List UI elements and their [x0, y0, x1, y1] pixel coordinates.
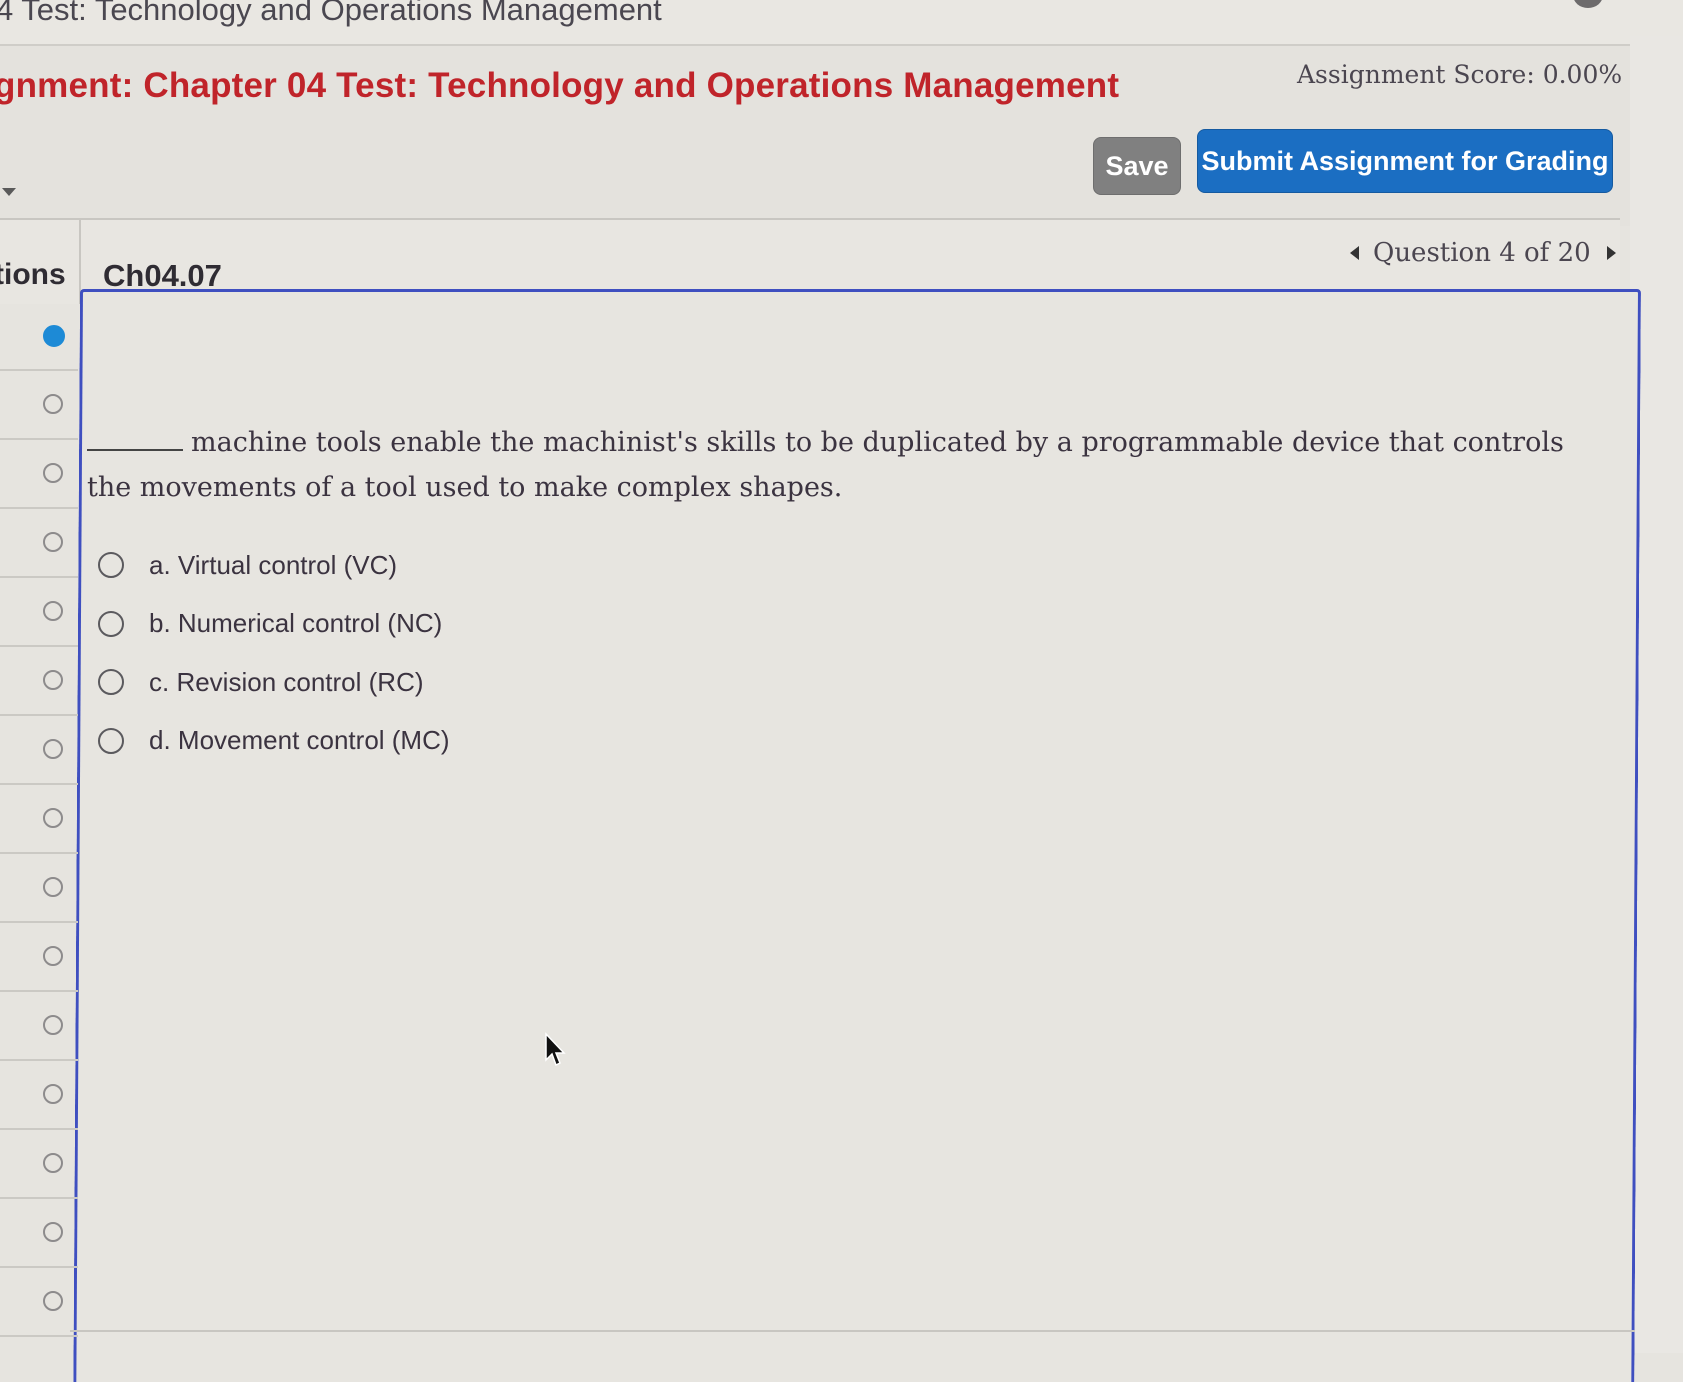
- question-list-item[interactable]: [0, 1061, 78, 1130]
- question-list-item[interactable]: [0, 1268, 78, 1337]
- unanswered-status-icon: [43, 670, 63, 690]
- save-button[interactable]: Save: [1093, 137, 1181, 195]
- question-list: [0, 302, 78, 1337]
- answer-options: a. Virtual control (VC) b. Numerical con…: [98, 536, 450, 770]
- page-title: 4 Test: Technology and Operations Manage…: [0, 0, 662, 27]
- option-label: a. Virtual control (VC): [149, 549, 398, 580]
- unanswered-status-icon: [43, 1153, 63, 1173]
- answer-option-b[interactable]: b. Numerical control (NC): [98, 595, 450, 654]
- radio-button[interactable]: [98, 669, 124, 696]
- question-list-item[interactable]: [0, 578, 78, 647]
- answer-option-d[interactable]: d. Movement control (MC): [98, 712, 450, 771]
- radio-button[interactable]: [98, 610, 124, 637]
- question-list-item[interactable]: [0, 1199, 78, 1268]
- previous-question-icon[interactable]: [1350, 246, 1359, 260]
- fill-in-blank: [87, 449, 183, 451]
- answer-option-c[interactable]: c. Revision control (RC): [98, 653, 450, 712]
- question-list-item[interactable]: [0, 923, 78, 992]
- assignment-title: gnment: Chapter 04 Test: Technology and …: [0, 66, 1120, 105]
- unanswered-status-icon: [43, 946, 63, 966]
- unanswered-status-icon: [43, 394, 63, 414]
- question-position: Question 4 of 20: [1373, 238, 1591, 268]
- question-list-item[interactable]: [0, 302, 78, 371]
- next-question-icon[interactable]: [1606, 246, 1616, 260]
- answer-option-a[interactable]: a. Virtual control (VC): [98, 536, 450, 595]
- question-prompt: machine tools enable the machinist's ski…: [87, 420, 1587, 510]
- question-list-item[interactable]: [0, 647, 78, 716]
- unanswered-status-icon: [43, 532, 63, 552]
- question-list-item[interactable]: [0, 509, 78, 578]
- unanswered-status-icon: [43, 739, 63, 759]
- assignment-score: Assignment Score: 0.00%: [1297, 60, 1623, 89]
- answered-status-icon: [43, 325, 65, 347]
- unanswered-status-icon: [43, 1084, 63, 1104]
- question-prompt-text: machine tools enable the machinist's ski…: [87, 427, 1564, 503]
- caret-down-icon[interactable]: [2, 188, 16, 196]
- radio-button[interactable]: [98, 552, 124, 579]
- question-list-item[interactable]: [0, 785, 78, 854]
- avatar[interactable]: [1573, 0, 1603, 8]
- unanswered-status-icon: [43, 877, 63, 897]
- unanswered-status-icon: [43, 1291, 63, 1311]
- question-list-item[interactable]: [0, 716, 78, 785]
- submit-assignment-button[interactable]: Submit Assignment for Grading: [1197, 129, 1613, 193]
- unanswered-status-icon: [43, 808, 63, 828]
- questions-column-label: tions: [0, 258, 66, 291]
- panel-bottom-divider: [70, 1330, 1635, 1332]
- question-list-item[interactable]: [0, 854, 78, 923]
- question-list-item[interactable]: [0, 1130, 78, 1199]
- unanswered-status-icon: [43, 1222, 63, 1242]
- unanswered-status-icon: [43, 1015, 63, 1035]
- option-label: b. Numerical control (NC): [149, 608, 443, 639]
- question-list-item[interactable]: [0, 440, 78, 509]
- question-list-item[interactable]: [0, 371, 78, 440]
- question-navigator: Question 4 of 20: [1350, 238, 1616, 268]
- option-label: c. Revision control (RC): [149, 666, 424, 697]
- mouse-pointer-icon: [545, 1032, 566, 1067]
- unanswered-status-icon: [43, 463, 63, 483]
- radio-button[interactable]: [98, 727, 124, 754]
- unanswered-status-icon: [43, 601, 63, 621]
- question-list-item[interactable]: [0, 992, 78, 1061]
- option-label: d. Movement control (MC): [149, 725, 450, 756]
- browser-title-bar: 4 Test: Technology and Operations Manage…: [0, 0, 1683, 46]
